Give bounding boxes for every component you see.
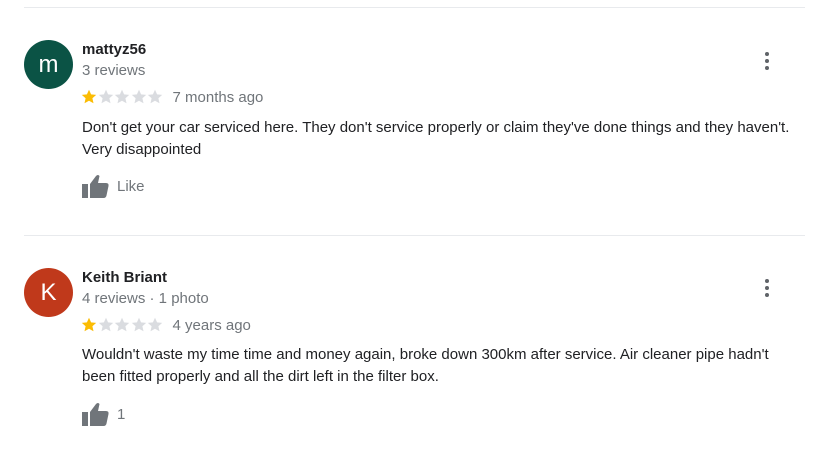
top-divider — [24, 7, 805, 8]
avatar[interactable]: K — [24, 268, 73, 317]
star-filled-icon — [81, 89, 97, 104]
reviewer-meta: 3 reviews — [82, 62, 146, 79]
star-empty-icon — [147, 89, 163, 104]
star-empty-icon — [131, 317, 146, 332]
rating-row: 4 years ago — [81, 316, 251, 334]
star-filled-icon — [81, 317, 97, 332]
star-empty-icon — [114, 317, 130, 332]
thumb-up-icon — [82, 175, 109, 198]
like-label: Like — [117, 177, 145, 195]
like-button[interactable]: Like — [81, 174, 145, 198]
rating-row: 7 months ago — [81, 88, 263, 106]
review-text: Don't get your car serviced here. They d… — [82, 119, 790, 158]
like-count: 1 — [117, 405, 126, 423]
review-text: Wouldn't waste my time time and money ag… — [82, 346, 769, 385]
star-empty-icon — [114, 89, 130, 104]
avatar[interactable]: m — [24, 40, 73, 89]
like-button[interactable]: 1 — [81, 402, 125, 426]
more-options-button[interactable] — [756, 277, 778, 299]
star-rating — [81, 89, 164, 105]
thumb-up-icon — [82, 403, 109, 426]
review-time: 7 months ago — [172, 88, 264, 106]
star-rating — [81, 317, 164, 333]
star-empty-icon — [147, 317, 163, 332]
reviewer-name[interactable]: mattyz56 — [82, 41, 146, 58]
review-divider — [24, 235, 805, 236]
star-empty-icon — [98, 317, 113, 332]
more-vert-icon — [765, 52, 769, 70]
more-vert-icon — [765, 279, 769, 297]
star-empty-icon — [131, 89, 146, 104]
reviewer-meta: 4 reviews · 1 photo — [82, 290, 209, 307]
more-options-button[interactable] — [756, 50, 778, 72]
review-time: 4 years ago — [172, 316, 251, 334]
reviewer-name[interactable]: Keith Briant — [82, 269, 167, 286]
star-empty-icon — [98, 89, 113, 104]
